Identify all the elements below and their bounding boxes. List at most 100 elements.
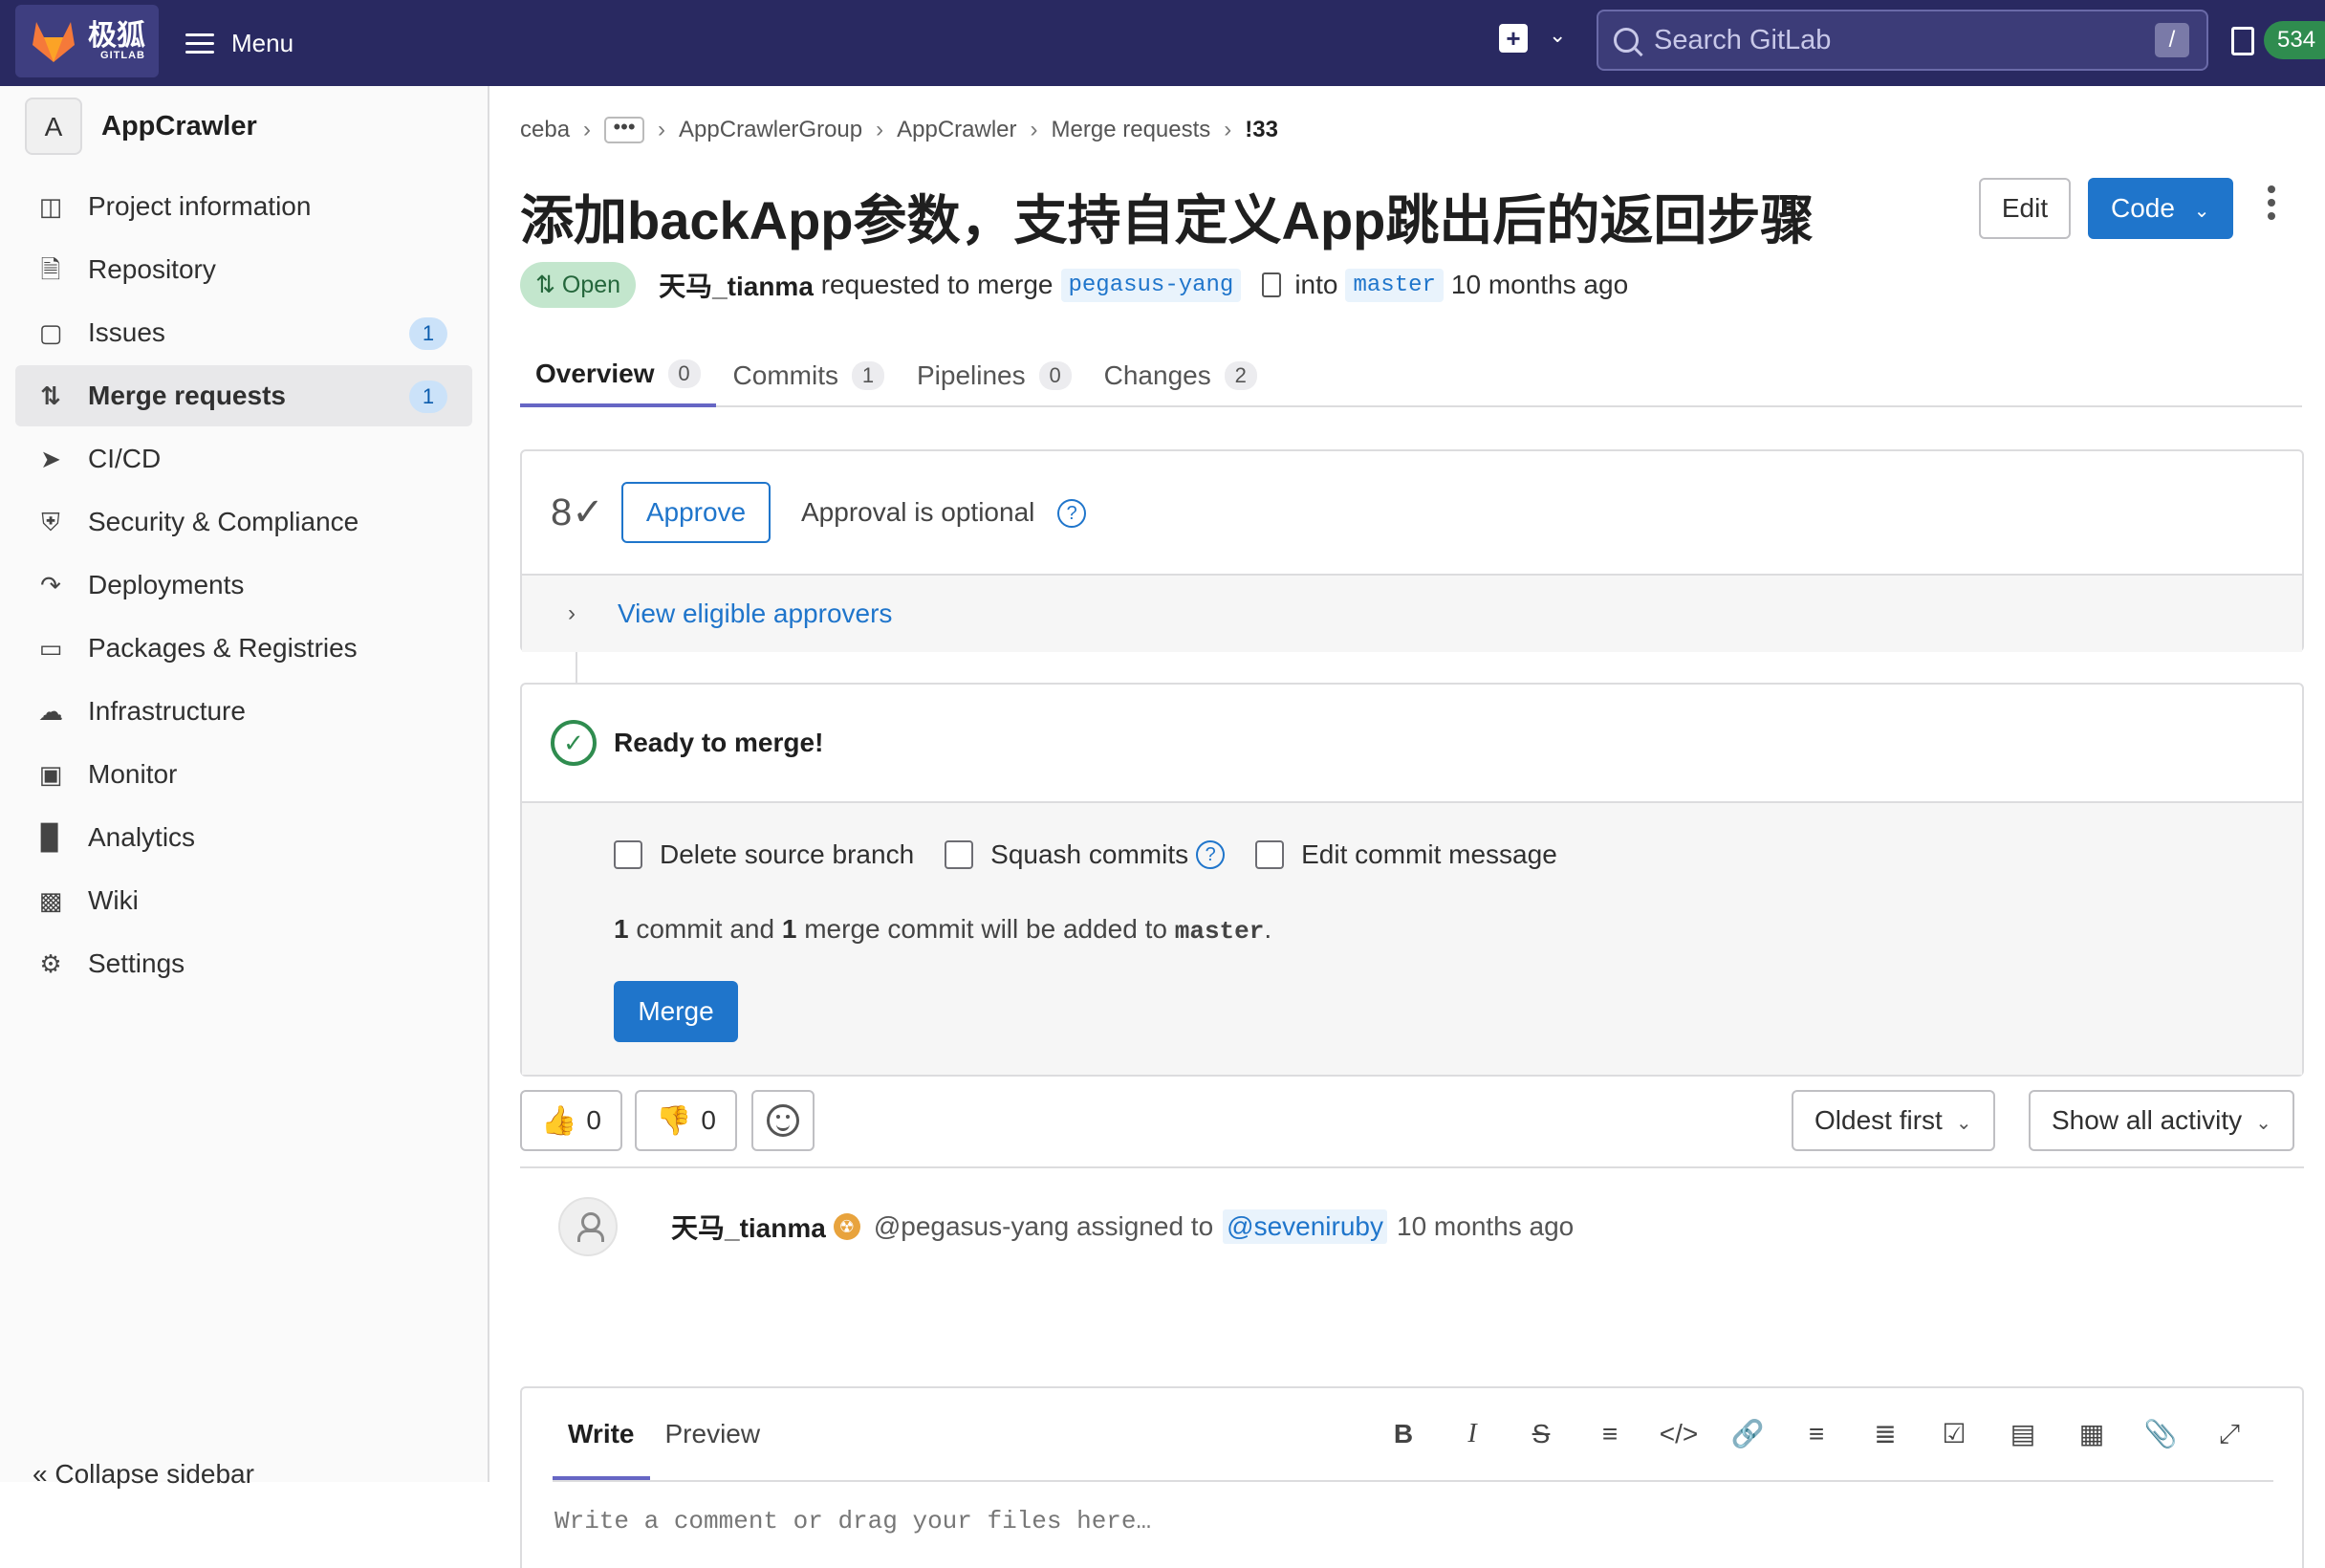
thumbs-down-icon: 👎 bbox=[656, 1104, 692, 1137]
task-list-icon[interactable]: ☑ bbox=[1920, 1413, 1988, 1455]
new-item-icon[interactable]: + bbox=[1499, 24, 1528, 53]
double-chevron-left-icon: « bbox=[33, 1459, 48, 1489]
chevron-down-icon[interactable]: ⌄ bbox=[1549, 23, 1566, 48]
menu-button[interactable]: Menu bbox=[185, 21, 293, 65]
tab-pipelines[interactable]: Pipelines 0 bbox=[902, 344, 1087, 407]
merge-requests-shortcut-icon[interactable] bbox=[2231, 27, 2254, 55]
sidebar-item-merge-requests[interactable]: ⇅ Merge requests 1 bbox=[15, 365, 472, 426]
todo-count-badge[interactable]: 534 bbox=[2264, 21, 2325, 59]
tab-write[interactable]: Write bbox=[553, 1388, 650, 1480]
italic-icon[interactable]: I bbox=[1438, 1413, 1507, 1455]
target-branch[interactable]: master bbox=[1345, 268, 1444, 302]
sidebar-item-repository[interactable]: 🗎 Repository bbox=[15, 239, 472, 300]
breadcrumb-current-mr[interactable]: !33 bbox=[1245, 117, 1278, 143]
breadcrumb-group[interactable]: AppCrawlerGroup bbox=[679, 117, 862, 143]
fullscreen-icon[interactable]: ⤢ bbox=[2195, 1413, 2264, 1455]
gear-icon: ⚙ bbox=[39, 949, 62, 978]
checkbox[interactable] bbox=[614, 840, 642, 869]
numbered-list-icon[interactable]: ≣ bbox=[1851, 1413, 1920, 1455]
note-time: 10 months ago bbox=[1397, 1211, 1575, 1241]
project-name: AppCrawler bbox=[101, 110, 257, 142]
author-link[interactable]: 天马_tianma bbox=[659, 266, 814, 304]
view-eligible-approvers-link[interactable]: View eligible approvers bbox=[618, 599, 892, 629]
tab-preview[interactable]: Preview bbox=[650, 1388, 776, 1480]
edit-button[interactable]: Edit bbox=[1979, 178, 2071, 239]
sidebar-item-cicd[interactable]: ➤ CI/CD bbox=[15, 428, 472, 490]
book-icon: ▩ bbox=[38, 886, 63, 915]
status-emoji-icon: ☢ bbox=[833, 1213, 860, 1240]
checkbox[interactable] bbox=[945, 840, 974, 869]
sidebar-item-security-compliance[interactable]: ⛨ Security & Compliance bbox=[15, 491, 472, 553]
sidebar-item-analytics[interactable]: ▉ Analytics bbox=[15, 807, 472, 868]
sidebar-item-wiki[interactable]: ▩ Wiki bbox=[15, 870, 472, 931]
squash-commits-checkbox[interactable]: Squash commits ? bbox=[945, 839, 1226, 870]
thumbs-up-button[interactable]: 👍 0 bbox=[520, 1090, 622, 1151]
help-icon[interactable]: ? bbox=[1057, 499, 1087, 529]
note-handle[interactable]: @pegasus-yang bbox=[874, 1211, 1069, 1242]
delete-source-branch-checkbox[interactable]: Delete source branch bbox=[614, 839, 914, 870]
divider bbox=[520, 1166, 2304, 1168]
smiley-icon bbox=[767, 1104, 799, 1137]
collapsible-section-icon[interactable]: ▤ bbox=[1988, 1413, 2057, 1455]
sidebar-item-packages-registries[interactable]: ▭ Packages & Registries bbox=[15, 618, 472, 679]
tab-overview[interactable]: Overview 0 bbox=[520, 344, 716, 407]
table-icon[interactable]: ▦ bbox=[2057, 1413, 2126, 1455]
search-input[interactable]: Search GitLab / bbox=[1597, 10, 2208, 71]
copy-icon[interactable] bbox=[1262, 272, 1282, 297]
tab-changes[interactable]: Changes 2 bbox=[1089, 344, 1272, 407]
more-actions-icon[interactable] bbox=[2268, 185, 2275, 226]
document-icon: 🗎 bbox=[40, 255, 61, 284]
brand-name: 极狐 GITLAB bbox=[88, 19, 145, 61]
breadcrumb-project[interactable]: AppCrawler bbox=[897, 117, 1016, 143]
thumbs-down-button[interactable]: 👎 0 bbox=[635, 1090, 737, 1151]
sidebar-item-monitor[interactable]: ▣ Monitor bbox=[15, 744, 472, 805]
sort-dropdown[interactable]: Oldest first ⌄ bbox=[1792, 1090, 1995, 1151]
bold-icon[interactable]: B bbox=[1369, 1413, 1438, 1455]
collapse-sidebar-button[interactable]: « Collapse sidebar bbox=[33, 1459, 254, 1490]
sidebar-item-project-information[interactable]: ◫ Project information bbox=[15, 176, 472, 237]
activity-filter-dropdown[interactable]: Show all activity ⌄ bbox=[2029, 1090, 2294, 1151]
approval-widget: 8✓ Approve Approval is optional ? › View… bbox=[520, 449, 2304, 652]
link-icon[interactable]: 🔗 bbox=[1713, 1413, 1782, 1455]
chevron-down-icon: ⌄ bbox=[2193, 201, 2210, 222]
code-dropdown-button[interactable]: Code ⌄ bbox=[2088, 178, 2233, 239]
view-approvers-toggle[interactable]: › View eligible approvers bbox=[522, 576, 2302, 652]
chevron-down-icon: ⌄ bbox=[2255, 1113, 2271, 1134]
tab-count: 0 bbox=[1038, 361, 1072, 390]
breadcrumb: ceba › ••• › AppCrawlerGroup › AppCrawler › … bbox=[520, 115, 1278, 143]
breadcrumb-more-button[interactable]: ••• bbox=[604, 117, 645, 143]
help-icon[interactable]: ? bbox=[1196, 840, 1226, 869]
sidebar-item-deployments[interactable]: ↷ Deployments bbox=[15, 555, 472, 616]
breadcrumb-merge-requests[interactable]: Merge requests bbox=[1052, 117, 1211, 143]
strikethrough-icon[interactable]: S bbox=[1507, 1413, 1575, 1455]
attachment-icon[interactable]: 📎 bbox=[2126, 1413, 2195, 1455]
quote-icon[interactable]: ≡ bbox=[1575, 1413, 1644, 1455]
tab-commits[interactable]: Commits 1 bbox=[718, 344, 900, 407]
tab-count: 2 bbox=[1224, 361, 1257, 390]
add-reaction-button[interactable] bbox=[751, 1090, 815, 1151]
gitlab-logo[interactable]: 极狐 GITLAB bbox=[15, 5, 159, 77]
sidebar-item-issues[interactable]: ▢ Issues 1 bbox=[15, 302, 472, 363]
mr-tabs: Overview 0 Commits 1 Pipelines 0 Changes 2 bbox=[520, 344, 2302, 407]
project-header[interactable]: A AppCrawler bbox=[25, 98, 257, 155]
avatar[interactable] bbox=[558, 1197, 618, 1256]
breadcrumb-ceba[interactable]: ceba bbox=[520, 117, 570, 143]
comment-textarea[interactable]: Write a comment or drag your files here… bbox=[554, 1507, 1151, 1535]
assignee-mention[interactable]: @seveniruby bbox=[1223, 1209, 1387, 1244]
mr-meta: ⇅ Open 天马_tianma requested to merge pega… bbox=[520, 262, 1628, 308]
system-note: 天马_tianma ☢ @pegasus-yang assigned to @s… bbox=[558, 1197, 1574, 1256]
note-author[interactable]: 天马_tianma bbox=[671, 1208, 826, 1246]
cloud-gear-icon: ☁ bbox=[38, 697, 63, 726]
sidebar-item-infrastructure[interactable]: ☁ Infrastructure bbox=[15, 681, 472, 742]
edit-commit-message-checkbox[interactable]: Edit commit message bbox=[1255, 839, 1557, 870]
approval-check-icon: 8✓ bbox=[551, 491, 604, 534]
top-navbar: 极狐 GITLAB Menu + ⌄ Search GitLab / 534 bbox=[0, 0, 2325, 86]
chevron-right-icon: › bbox=[568, 600, 576, 626]
bullet-list-icon[interactable]: ≡ bbox=[1782, 1413, 1851, 1455]
merge-button[interactable]: Merge bbox=[614, 981, 738, 1042]
source-branch[interactable]: pegasus-yang bbox=[1060, 268, 1242, 302]
code-icon[interactable]: </> bbox=[1644, 1413, 1713, 1455]
approve-button[interactable]: Approve bbox=[621, 482, 771, 543]
checkbox[interactable] bbox=[1255, 840, 1285, 869]
sidebar-item-settings[interactable]: ⚙ Settings bbox=[15, 933, 472, 994]
